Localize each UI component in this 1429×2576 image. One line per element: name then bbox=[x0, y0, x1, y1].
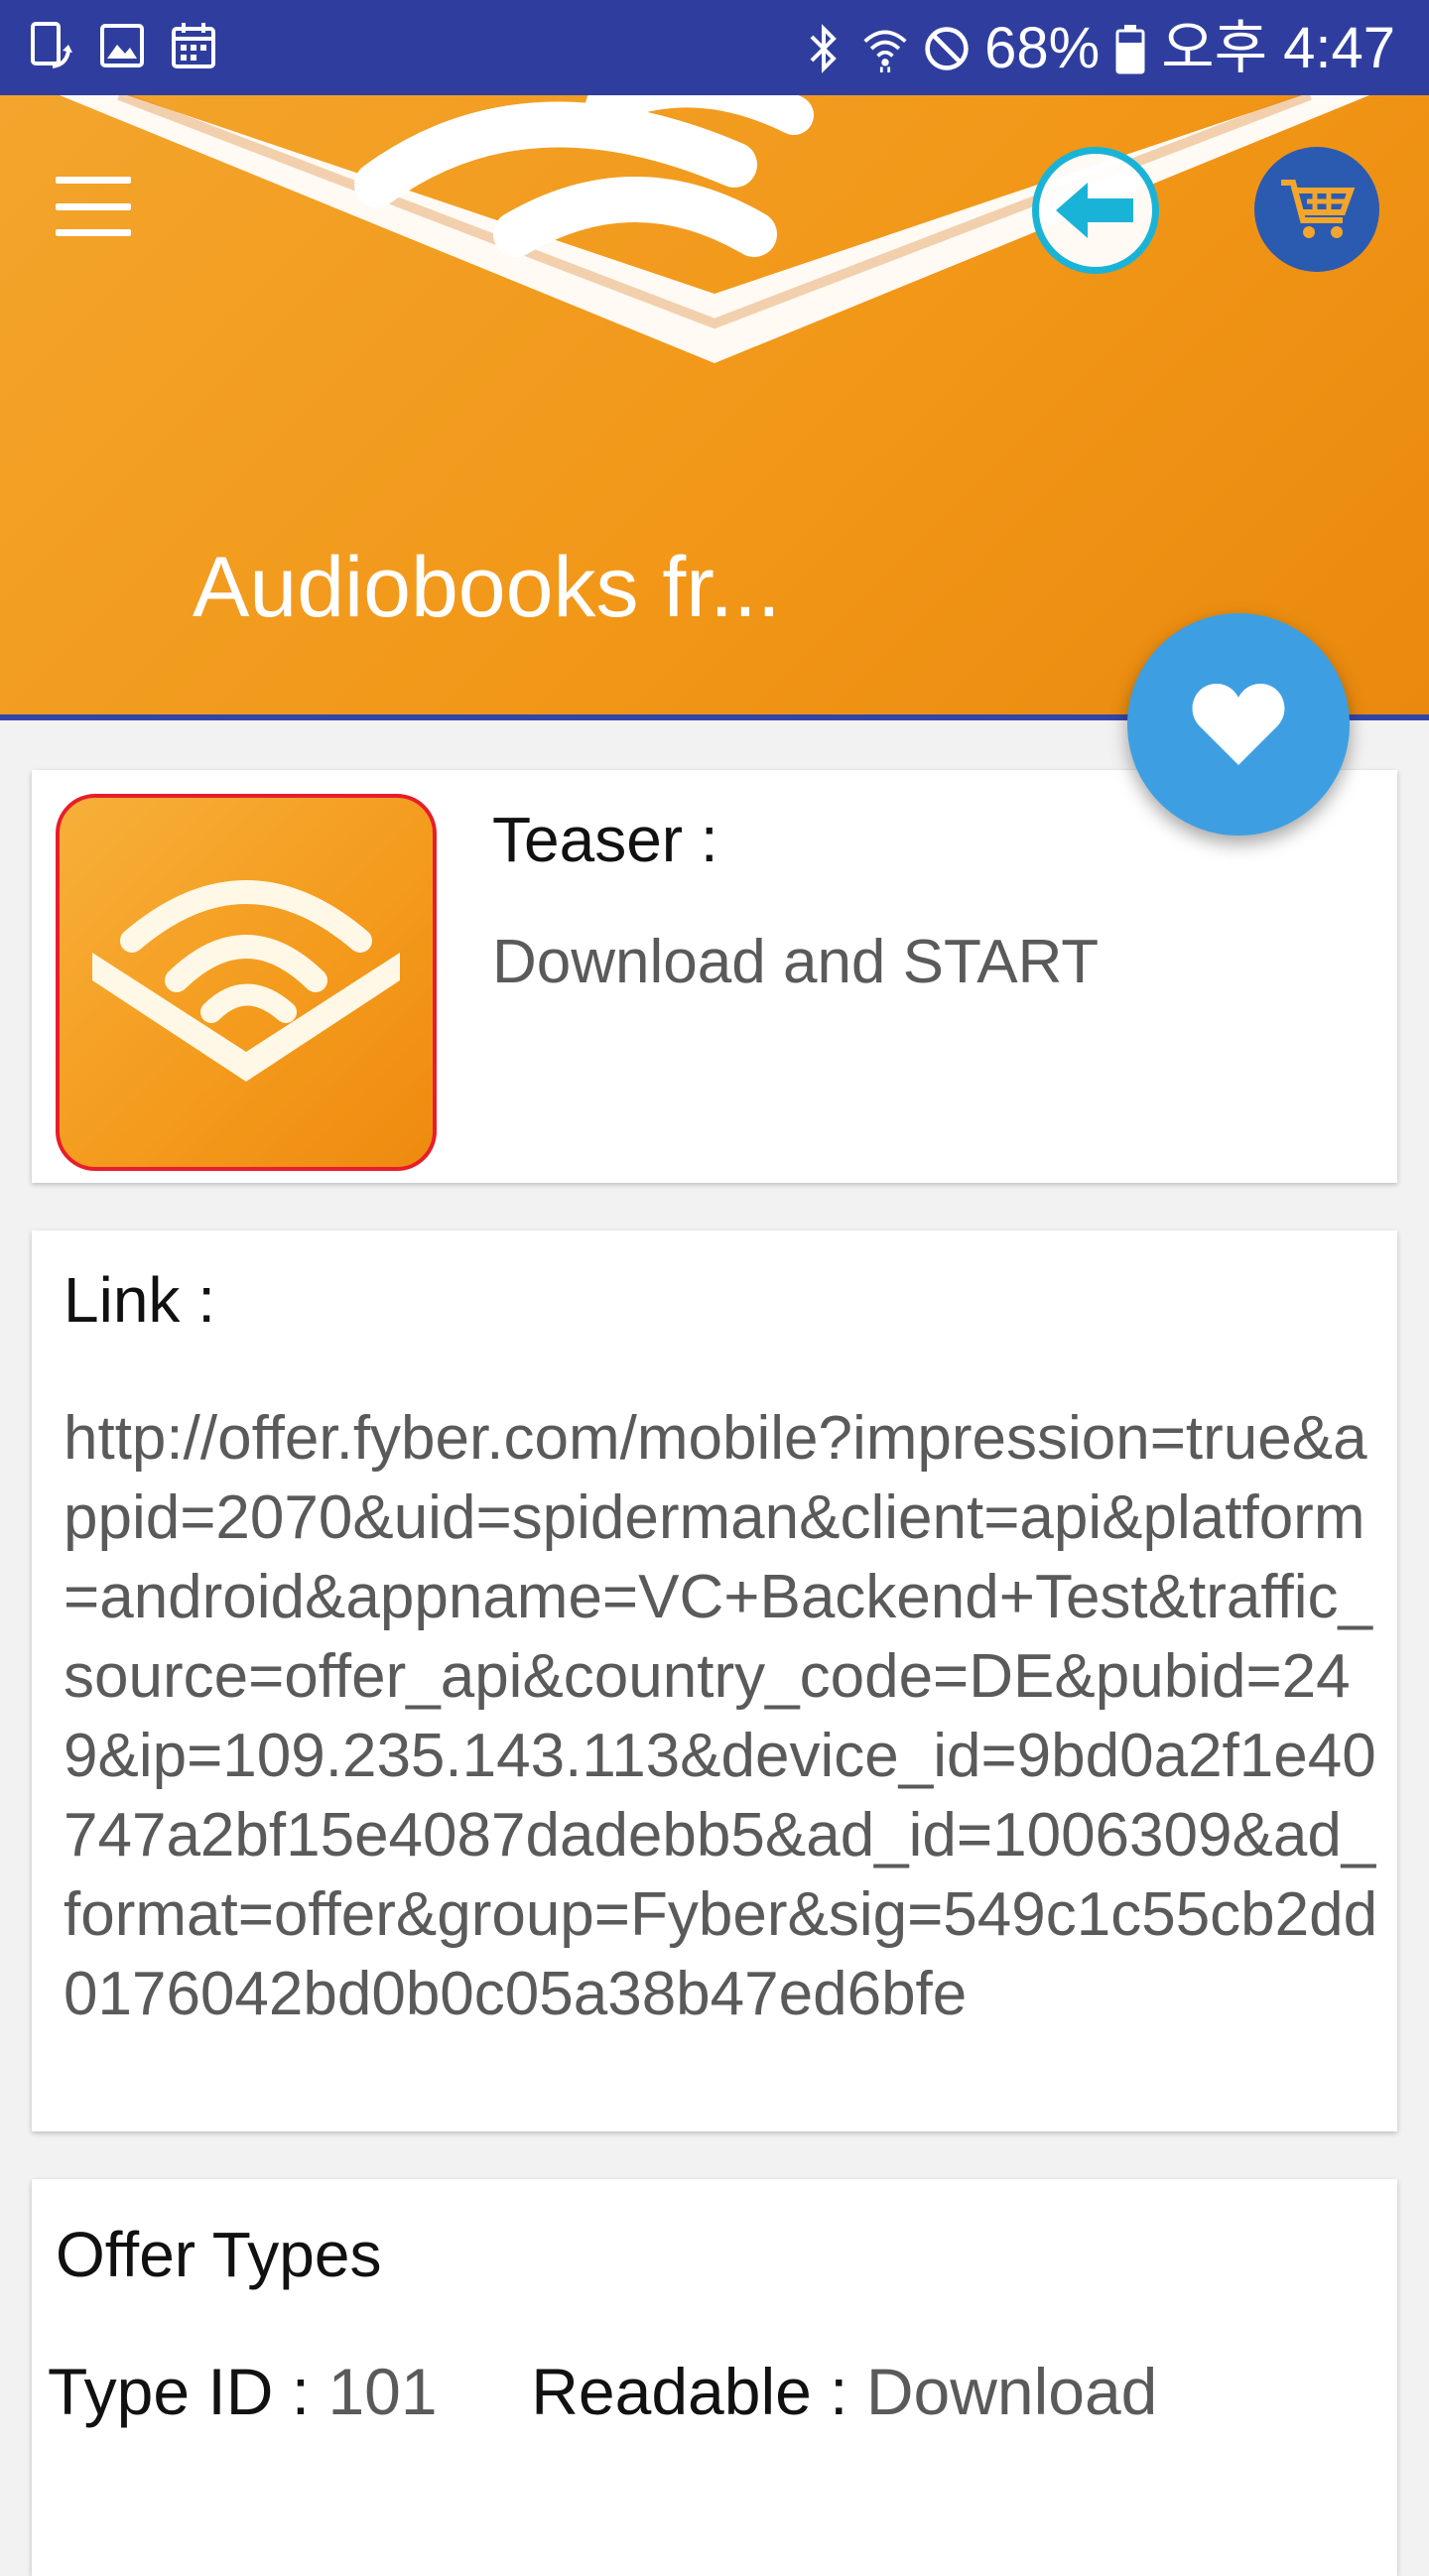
status-right-icons: 68% 오후 4:47 bbox=[800, 14, 1395, 83]
status-left-icons bbox=[28, 20, 216, 71]
type-id-value: 101 bbox=[327, 2355, 438, 2428]
back-button[interactable] bbox=[1032, 147, 1159, 274]
offer-type-row: Type ID : 101 Readable : Download bbox=[48, 2352, 1157, 2431]
arrow-left-icon bbox=[1056, 183, 1133, 238]
wifi-icon bbox=[861, 23, 909, 74]
battery-percent: 68% bbox=[984, 16, 1101, 80]
menu-icon-bar bbox=[56, 229, 131, 236]
type-id-label: Type ID : bbox=[48, 2355, 311, 2428]
image-icon bbox=[99, 20, 145, 71]
link-url[interactable]: http://offer.fyber.com/mobile?impression… bbox=[64, 1399, 1383, 2034]
teaser-value: Download and START bbox=[492, 928, 1100, 996]
page-title: Audiobooks fr... bbox=[193, 540, 781, 635]
bluetooth-icon bbox=[800, 23, 847, 74]
teaser-card: Teaser : Download and START bbox=[32, 770, 1397, 1183]
link-card: Link : http://offer.fyber.com/mobile?imp… bbox=[32, 1230, 1397, 2131]
do-not-disturb-icon bbox=[923, 23, 971, 74]
shopping-cart-icon bbox=[1281, 180, 1356, 238]
teaser-label: Teaser : bbox=[492, 804, 718, 875]
menu-icon-bar bbox=[56, 202, 131, 210]
screen-rotate-icon bbox=[28, 20, 73, 71]
menu-icon bbox=[56, 177, 131, 184]
status-bar: 68% 오후 4:47 bbox=[0, 0, 1429, 95]
heart-icon bbox=[1192, 684, 1285, 765]
readable-label: Readable : bbox=[531, 2355, 848, 2428]
calendar-icon bbox=[171, 20, 216, 71]
readable-value: Download bbox=[865, 2355, 1158, 2428]
menu-button[interactable] bbox=[56, 177, 133, 236]
cart-button[interactable] bbox=[1254, 147, 1379, 272]
favorite-button[interactable] bbox=[1127, 613, 1350, 836]
app-icon bbox=[56, 794, 437, 1171]
clock: 오후 4:47 bbox=[1161, 16, 1395, 80]
audible-app-icon bbox=[92, 880, 400, 1082]
offer-types-title: Offer Types bbox=[56, 2219, 382, 2290]
offer-types-card: Offer Types Type ID : 101 Readable : Dow… bbox=[32, 2179, 1397, 2576]
link-label: Link : bbox=[64, 1264, 215, 1336]
battery-icon bbox=[1113, 23, 1147, 74]
